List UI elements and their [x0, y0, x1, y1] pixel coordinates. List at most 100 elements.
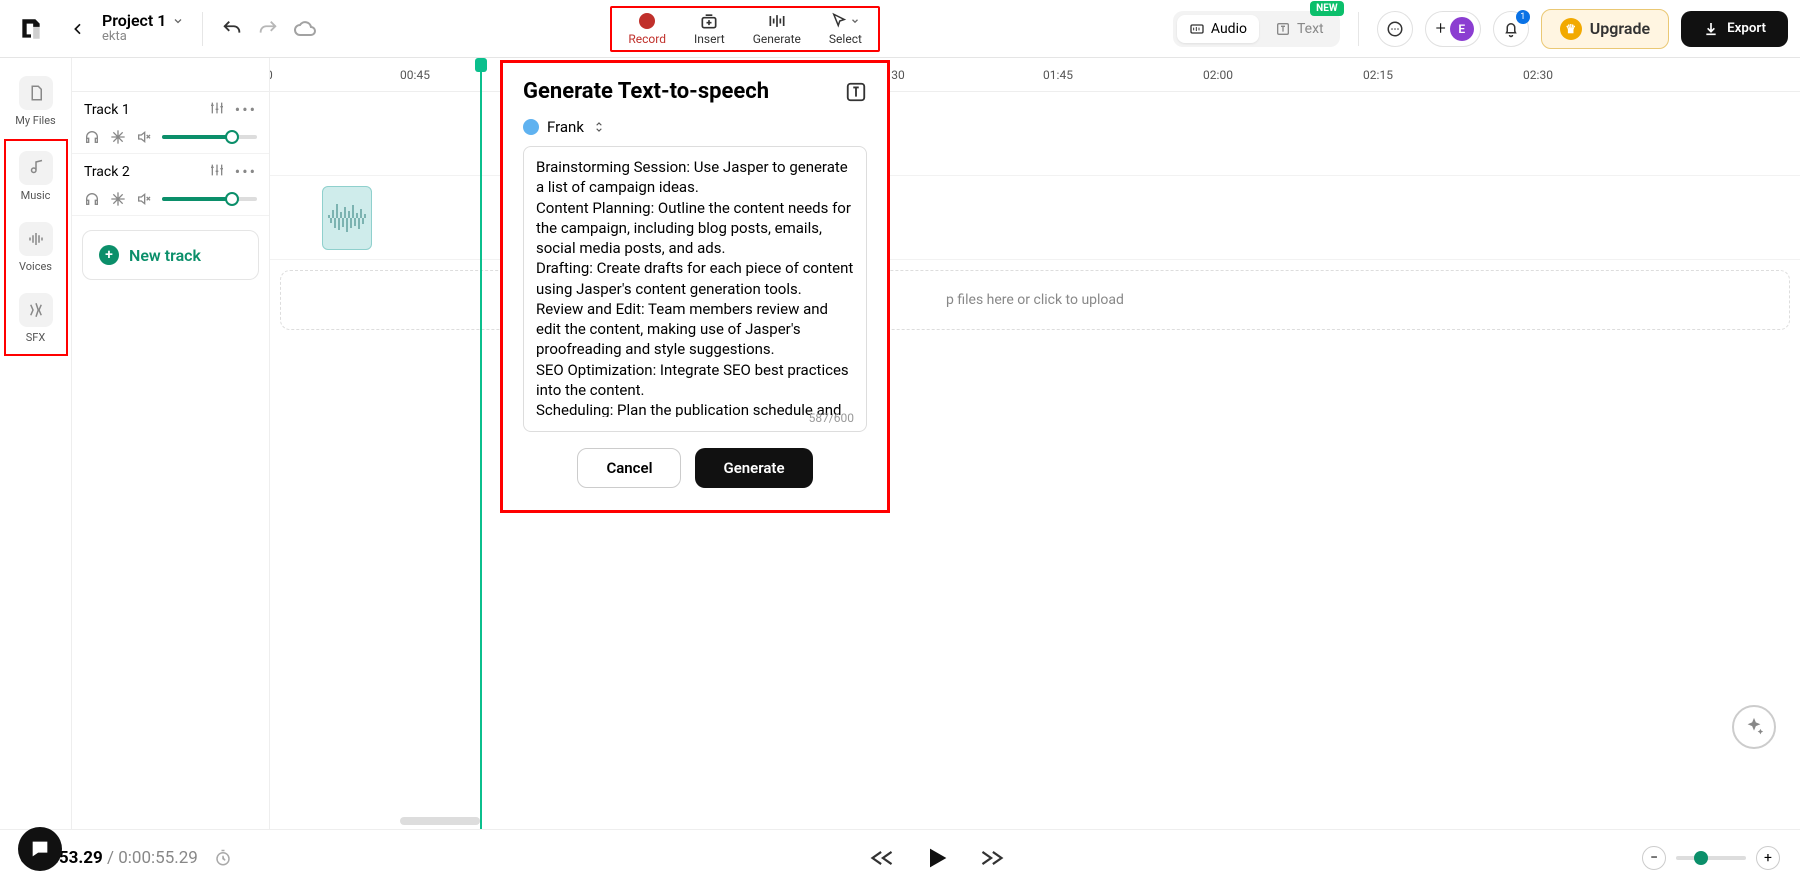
playhead[interactable]	[480, 58, 482, 829]
track-title[interactable]: Track 2	[84, 164, 130, 180]
updown-icon	[592, 120, 606, 134]
zoom-controls: − +	[1642, 846, 1780, 870]
volume-slider[interactable]	[162, 197, 257, 201]
tool-insert[interactable]: Insert	[694, 12, 725, 46]
forward-icon[interactable]	[979, 848, 1005, 868]
new-track-button[interactable]: + New track	[82, 230, 259, 280]
sidebar-item-myfiles[interactable]: My Files	[6, 68, 66, 135]
ruler-mark: 02:30	[1523, 68, 1553, 82]
notification-count: 1	[1516, 10, 1530, 24]
ruler-mark: 02:15	[1363, 68, 1393, 82]
more-icon[interactable]: •••	[235, 100, 257, 119]
project-name[interactable]: Project 1	[102, 12, 166, 30]
headphones-icon[interactable]	[84, 191, 100, 207]
mode-audio[interactable]: Audio	[1177, 15, 1259, 43]
volume-slider[interactable]	[162, 135, 257, 139]
ruler-mark: 01:45	[1043, 68, 1073, 82]
new-badge: NEW	[1310, 1, 1343, 16]
mode-toggle: Audio Text NEW	[1173, 11, 1340, 47]
tracks-column: Track 1 ••• Track 2 •••	[72, 58, 270, 829]
sfx-icon	[27, 301, 45, 319]
mute-icon[interactable]	[136, 129, 152, 145]
tool-select[interactable]: Select	[829, 12, 862, 46]
bottom-bar: 0:00:53.29 / 0:00:55.29 − +	[0, 829, 1800, 885]
project-owner: ekta	[102, 30, 184, 45]
mode-text[interactable]: Text	[1263, 15, 1336, 43]
transport-controls	[869, 844, 1005, 872]
audio-icon	[1189, 21, 1205, 37]
share-button[interactable]: + E	[1425, 11, 1481, 47]
zoom-slider[interactable]	[1676, 856, 1746, 860]
crown-icon: ♛	[1560, 18, 1582, 40]
cursor-icon	[830, 12, 848, 30]
sidebar-item-voices[interactable]: Voices	[6, 214, 66, 281]
voice-selector[interactable]: Frank	[523, 118, 867, 136]
waveform-icon	[327, 198, 367, 238]
text-icon	[1275, 21, 1291, 37]
chat-button[interactable]	[1377, 11, 1413, 47]
top-bar: Project 1 ekta Record Insert Generate Se…	[0, 0, 1800, 58]
left-sidebar: My Files Music Voices SFX	[0, 58, 72, 829]
sparkle-icon	[1743, 716, 1765, 738]
timer-icon[interactable]	[214, 849, 232, 867]
char-count: 587/600	[809, 411, 854, 425]
track-header-2: Track 2 •••	[72, 154, 269, 216]
notifications-button[interactable]: 1	[1493, 11, 1529, 47]
back-button[interactable]	[66, 17, 90, 41]
equalizer-icon[interactable]	[209, 100, 225, 116]
ruler-mark: 02:00	[1203, 68, 1233, 82]
chat-bubble-icon	[29, 838, 51, 860]
plus-icon: +	[99, 245, 119, 265]
cancel-button[interactable]: Cancel	[577, 448, 681, 488]
chevron-down-icon	[850, 16, 860, 26]
record-icon	[638, 12, 656, 30]
download-icon	[1703, 21, 1719, 37]
avatar: E	[1450, 17, 1474, 41]
zoom-out-button[interactable]: −	[1642, 846, 1666, 870]
ruler-mark: 00:45	[400, 68, 430, 82]
export-button[interactable]: Export	[1681, 11, 1788, 47]
cloud-save-icon[interactable]	[293, 17, 317, 41]
snowflake-icon[interactable]	[110, 129, 126, 145]
ai-fab-button[interactable]	[1732, 705, 1776, 749]
upgrade-button[interactable]: ♛ Upgrade	[1541, 9, 1669, 49]
snowflake-icon[interactable]	[110, 191, 126, 207]
sidebar-item-music[interactable]: Music	[6, 143, 66, 210]
ruler-zero: 0	[270, 68, 273, 82]
help-chat-button[interactable]	[18, 827, 62, 871]
divider	[1358, 12, 1359, 46]
divider	[202, 12, 203, 46]
zoom-in-button[interactable]: +	[1756, 846, 1780, 870]
mute-icon[interactable]	[136, 191, 152, 207]
tts-textarea[interactable]	[536, 157, 854, 417]
more-icon[interactable]: •••	[235, 162, 257, 181]
bell-icon	[1502, 20, 1520, 38]
equalizer-icon[interactable]	[209, 162, 225, 178]
tool-record[interactable]: Record	[628, 12, 666, 46]
voice-color-icon	[523, 119, 539, 135]
center-tools: Record Insert Generate Select	[610, 6, 880, 52]
chevron-down-icon[interactable]	[172, 15, 184, 27]
redo-icon[interactable]	[257, 18, 279, 40]
tts-settings-icon[interactable]	[845, 81, 867, 103]
tool-generate[interactable]: Generate	[753, 12, 801, 46]
track-header-1: Track 1 •••	[72, 92, 269, 154]
modal-title: Generate Text-to-speech	[523, 79, 769, 104]
sidebar-item-sfx[interactable]: SFX	[6, 285, 66, 352]
ruler-mark: 30	[891, 68, 905, 82]
insert-icon	[699, 12, 719, 30]
file-icon	[27, 84, 45, 102]
tts-modal: Generate Text-to-speech Frank 587/600 Ca…	[500, 60, 890, 513]
project-block: Project 1 ekta	[102, 12, 184, 45]
track-title[interactable]: Track 1	[84, 102, 130, 118]
undo-icon[interactable]	[221, 18, 243, 40]
generate-button[interactable]: Generate	[695, 448, 812, 488]
timeline-scrollbar[interactable]	[280, 817, 1790, 827]
headphones-icon[interactable]	[84, 129, 100, 145]
play-button[interactable]	[923, 844, 951, 872]
music-icon	[27, 159, 45, 177]
audio-clip[interactable]	[322, 186, 372, 250]
chevron-left-icon	[70, 21, 86, 37]
chat-icon	[1386, 20, 1404, 38]
rewind-icon[interactable]	[869, 848, 895, 868]
